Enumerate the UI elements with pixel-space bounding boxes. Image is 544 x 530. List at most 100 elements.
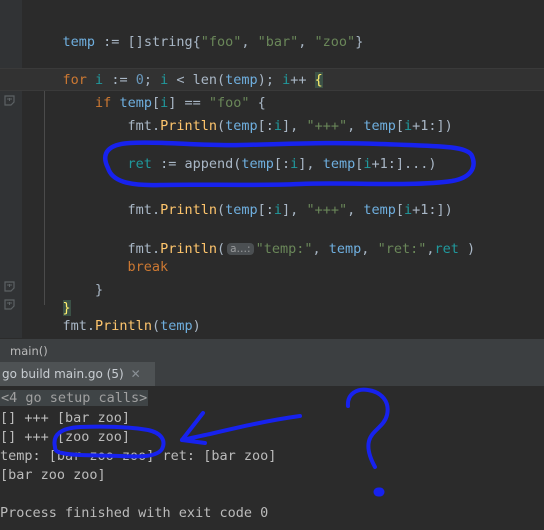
console-out-2[interactable]: [] +++ [zoo zoo] [0,427,130,448]
code-token: , [241,34,258,50]
code-token: } [62,300,71,316]
code-token: [: [273,156,291,172]
code-token: fmt [127,241,152,257]
code-token: temp [363,118,396,134]
code-token: temp [160,318,193,334]
code-token: temp [225,202,258,218]
line-println-final[interactable]: fmt.Println(temp) [22,315,544,338]
code-text: temp := []string{"foo", "bar", "zoo"} [22,31,364,54]
console-text: [bar zoo zoo] [0,467,106,483]
line-println-1[interactable]: fmt.Println(temp[:i], "+++", temp[i+1:]) [22,115,544,138]
run-console[interactable]: <4 go setup calls> [] +++ [bar zoo] [] +++… [0,386,544,530]
code-token: ( [216,118,226,134]
code-token: ], [282,202,307,218]
run-tab[interactable]: go build main.go (5) ✕ [0,362,155,386]
code-token: temp [119,95,152,111]
line-if[interactable]: if temp[i] == "foo" { [22,92,544,115]
code-token: Println [160,118,217,134]
code-token: i [282,72,291,88]
code-text: if temp[i] == "foo" { [22,92,266,115]
code-fold-icon[interactable] [4,299,15,310]
code-fold-icon[interactable] [4,95,15,106]
code-token: Println [160,202,217,218]
code-token: +1:]) [412,202,453,218]
code-token: { [314,72,323,88]
code-editor[interactable]: temp := []string{"foo", "bar", "zoo"} fo… [0,0,544,338]
ide-window: temp := []string{"foo", "bar", "zoo"} fo… [0,0,544,530]
code-text: for i := 0; i < len(temp); i++ { [22,69,323,92]
code-token: i [273,118,283,134]
code-token: temp [225,118,258,134]
code-token: i [95,72,104,88]
code-text: ret := append(temp[:i], temp[i+1:]...) [22,153,437,176]
code-token: . [86,318,96,334]
console-out-3[interactable]: temp: [bar zoo zoo] ret: [bar zoo] [0,446,276,467]
breadcrumb[interactable]: main() [0,338,544,362]
code-token: append [184,156,234,172]
code-text: fmt.Println(temp) [22,315,201,338]
code-token: , [312,241,329,257]
code-token: "foo" [200,34,242,50]
code-token: ( [151,318,161,334]
console-fold[interactable]: <4 go setup calls> [0,388,149,409]
code-token: . [151,118,161,134]
parameter-hint: a…: [227,243,254,255]
code-token: Println [95,318,152,334]
line-println-2[interactable]: fmt.Println(temp[:i], "+++", temp[i+1:]) [22,199,544,222]
line-for[interactable]: for i := 0; i < len(temp); i++ { [22,69,544,92]
code-token: ], [282,118,307,134]
code-token: i [160,95,169,111]
code-token: temp [62,34,96,50]
code-token: , [347,202,364,218]
code-token: len [192,72,218,88]
code-token: for [62,72,87,88]
console-text: temp: [bar zoo zoo] ret: [bar zoo] [0,448,277,464]
code-token: } [30,282,104,298]
console-text: Process finished with exit code 0 [0,505,269,521]
code-token: , [347,118,364,134]
code-token: ++ [290,72,315,88]
code-token: := [103,72,136,88]
code-token: ( [216,241,226,257]
line-break[interactable]: break [22,256,544,279]
code-token: temp [328,241,362,257]
code-token: [: [257,202,274,218]
code-token: "temp:" [255,241,313,257]
code-token: 0 [135,72,144,88]
editor-gutter[interactable] [0,0,22,338]
code-token: temp [363,202,396,218]
console-exit[interactable]: Process finished with exit code 0 [0,503,268,524]
line-temp-decl[interactable]: temp := []string{"foo", "bar", "zoo"} [22,31,544,54]
close-icon[interactable]: ✕ [131,368,141,380]
code-token: . [151,202,161,218]
code-token: ( [217,72,226,88]
console-out-4[interactable]: [bar zoo zoo] [0,465,106,486]
line-append[interactable]: ret := append(temp[:i], temp[i+1:]...) [22,153,544,176]
code-fold-icon[interactable] [4,281,15,292]
run-tab-label: go build main.go (5) [2,367,124,381]
breadcrumb-label: main() [10,343,48,358]
console-text: [] +++ [bar zoo] [0,410,131,426]
code-token: . [151,241,161,257]
code-token: i [404,202,413,218]
code-token: [ [151,95,161,111]
code-token: ] == [168,95,209,111]
code-token: { [192,34,201,50]
code-token: +1:]) [412,118,453,134]
code-token: ret [127,156,152,172]
code-token: [: [257,118,274,134]
code-token: fmt [127,118,152,134]
code-token: string [143,34,193,50]
console-out-1[interactable]: [] +++ [bar zoo] [0,408,130,429]
code-token: := [151,156,185,172]
